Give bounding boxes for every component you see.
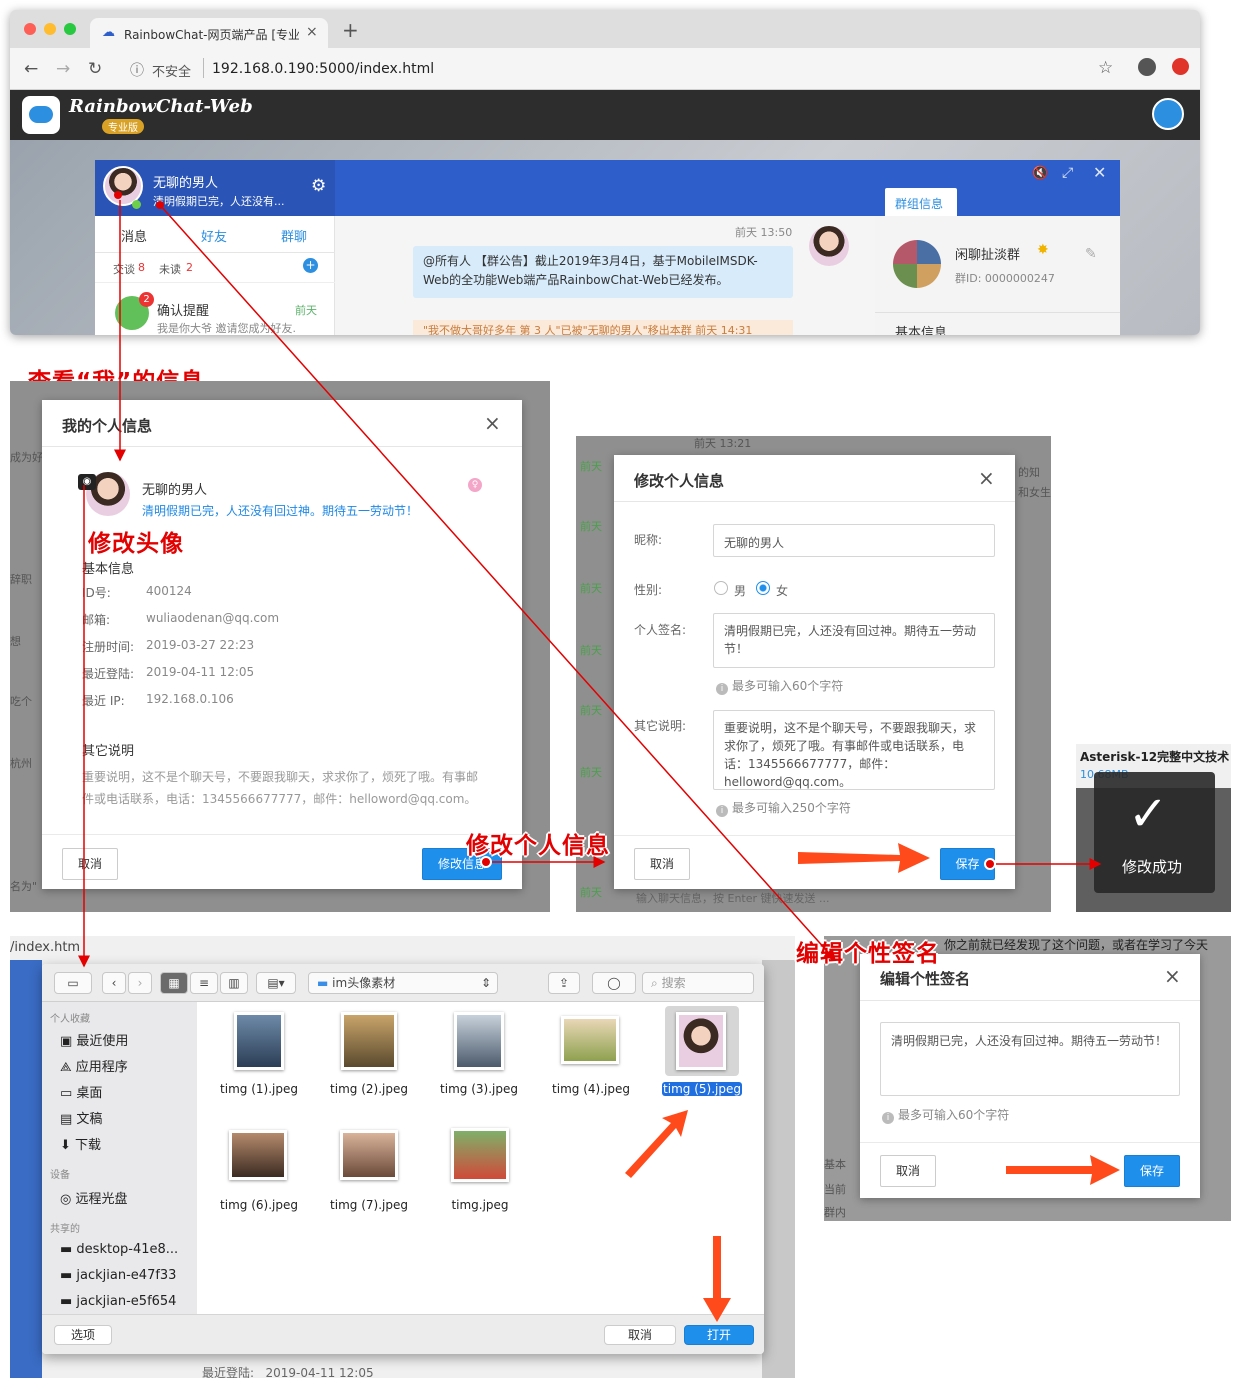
arrow-origin-dot [156, 201, 164, 209]
arrow-origin-dot [114, 191, 122, 199]
arrow-line [159, 204, 836, 962]
arrow-origin-dot [984, 858, 996, 870]
arrow-origin-dot [480, 856, 492, 868]
big-arrow [1006, 1155, 1120, 1185]
annotation-arrows [78, 191, 1120, 1322]
big-arrow [625, 1110, 688, 1178]
big-arrow [798, 843, 930, 873]
big-arrow [703, 1236, 731, 1322]
